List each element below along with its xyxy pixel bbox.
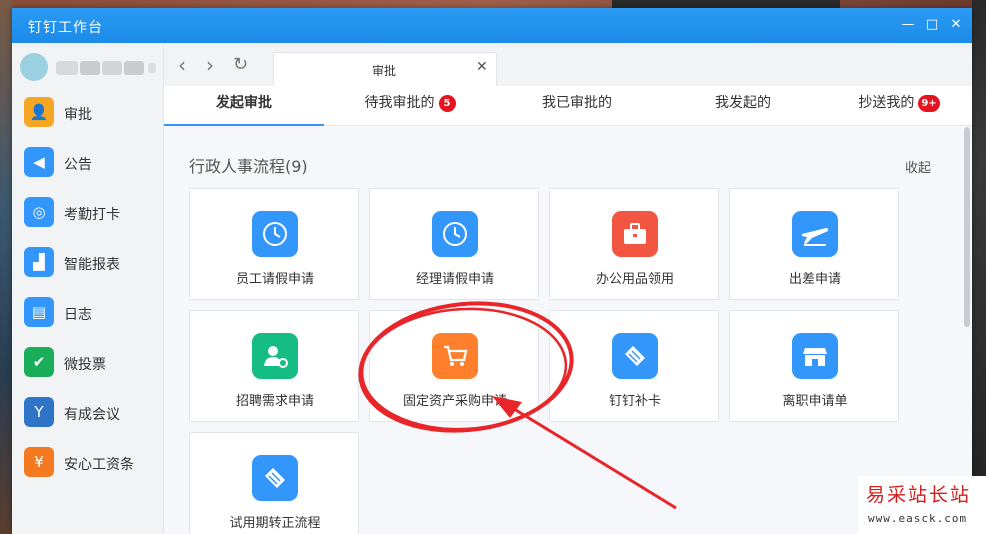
- sidebar-item-3[interactable]: ◎ 考勤打卡: [12, 191, 164, 235]
- sidebar-item-label: 有成会议: [64, 407, 120, 423]
- sidebar-item-2[interactable]: ◀ 公告: [12, 141, 164, 185]
- salary-icon: ¥: [24, 447, 54, 477]
- watermark: 易采站长站 www.easck.com: [858, 476, 986, 534]
- sidebar-item-label: 考勤打卡: [64, 207, 120, 223]
- handshake-icon: [612, 333, 658, 379]
- location-icon: ◎: [24, 197, 54, 227]
- store-icon: [792, 333, 838, 379]
- subtab-label: 待我审批的: [364, 95, 435, 111]
- recruit-icon: [252, 333, 298, 379]
- refresh-icon[interactable]: ↻: [233, 54, 248, 75]
- process-card-label: 钉钉补卡: [608, 394, 661, 409]
- vote-icon: ✔: [24, 347, 54, 377]
- scrollbar[interactable]: [964, 127, 970, 327]
- sidebar-item-8[interactable]: ¥ 安心工资条: [12, 441, 164, 485]
- sidebar-item-5[interactable]: ▤ 日志: [12, 291, 164, 335]
- process-card-label: 固定资产采购申请: [402, 394, 507, 409]
- process-card-label: 出差申请: [788, 272, 841, 287]
- profile-blurred[interactable]: [20, 53, 158, 81]
- process-card[interactable]: 招聘需求申请: [189, 310, 359, 422]
- process-card[interactable]: 办公用品领用: [549, 188, 719, 300]
- clock-icon: [252, 211, 298, 257]
- cart-icon: [432, 333, 478, 379]
- collapse-link[interactable]: 收起: [905, 157, 931, 176]
- dingtalk-window: 钉钉工作台 — □ ✕ 👤 审批 ◀ 公告 ◎ 考勤打卡 ▟ 智能报表 ▤ 日志 ✔ 微投票 Y 有成会议…: [12, 8, 972, 534]
- minimize-button[interactable]: —: [901, 18, 915, 32]
- subtab-label: 抄送我的: [858, 95, 915, 111]
- subtab-3[interactable]: 我已审批的: [494, 86, 660, 126]
- sidebar-item-6[interactable]: ✔ 微投票: [12, 341, 164, 385]
- tab-approval[interactable]: 审批 ✕: [273, 52, 497, 86]
- approval-subtabs: 发起审批 待我审批的 5 我已审批的 我发起的 抄送我的 9+: [164, 86, 972, 126]
- process-card-label: 经理请假申请: [415, 272, 494, 287]
- subtab-1[interactable]: 发起审批: [164, 86, 324, 126]
- process-card[interactable]: 离职申请单: [729, 310, 899, 422]
- maximize-button[interactable]: □: [925, 18, 939, 32]
- sidebar: 👤 审批 ◀ 公告 ◎ 考勤打卡 ▟ 智能报表 ▤ 日志 ✔ 微投票 Y 有成会议 ¥ 安心工资条: [12, 43, 164, 534]
- watermark-text: 易采站长站: [866, 484, 972, 506]
- watermark-url: www.easck.com: [868, 512, 968, 525]
- sidebar-item-label: 安心工资条: [64, 457, 134, 473]
- count-badge: 9+: [918, 95, 940, 112]
- process-section: 行政人事流程(9) 收起 员工请假申请 经理请假申请 办公用品领用 出差申请招聘需求申…: [164, 126, 972, 534]
- subtab-label: 我发起的: [715, 95, 771, 111]
- process-card-label: 试用期转正流程: [229, 516, 321, 531]
- subtab-2[interactable]: 待我审批的 5: [326, 86, 494, 126]
- process-card-label: 办公用品领用: [595, 272, 674, 287]
- sidebar-item-4[interactable]: ▟ 智能报表: [12, 241, 164, 285]
- count-badge: 5: [438, 95, 456, 112]
- desktop-background-right: [972, 0, 986, 534]
- approval-icon: 👤: [24, 97, 54, 127]
- process-card[interactable]: 钉钉补卡: [549, 310, 719, 422]
- desktop-background-left: [0, 0, 12, 534]
- process-card[interactable]: 出差申请: [729, 188, 899, 300]
- toolbox-icon: [612, 211, 658, 257]
- tab-approval-label: 审批: [372, 64, 397, 78]
- section-title: 行政人事流程(9): [189, 157, 308, 176]
- process-card[interactable]: 试用期转正流程: [189, 432, 359, 534]
- process-card-label: 招聘需求申请: [235, 394, 314, 409]
- clock-icon: [432, 211, 478, 257]
- subtab-label: 我已审批的: [542, 95, 612, 111]
- process-card[interactable]: 员工请假申请: [189, 188, 359, 300]
- sidebar-item-label: 审批: [64, 107, 92, 123]
- main-content: ‹ › ↻ 审批 ✕ 发起审批 待我审批的 5 我已审批的 我发起的 抄送我的 9+ 行政人…: [164, 43, 972, 534]
- speaker-icon: ◀: [24, 147, 54, 177]
- sidebar-item-1[interactable]: 👤 审批: [12, 91, 164, 135]
- process-card[interactable]: 固定资产采购申请: [369, 310, 539, 422]
- sidebar-item-7[interactable]: Y 有成会议: [12, 391, 164, 435]
- process-card[interactable]: 经理请假申请: [369, 188, 539, 300]
- sidebar-item-label: 公告: [64, 157, 92, 173]
- notebook-icon: ▤: [24, 297, 54, 327]
- back-arrow-icon[interactable]: ‹: [178, 53, 186, 77]
- sidebar-item-label: 日志: [64, 307, 92, 323]
- airplane-icon: [792, 211, 838, 257]
- sidebar-item-label: 微投票: [64, 357, 106, 373]
- subtab-label: 发起审批: [216, 95, 272, 111]
- forward-arrow-icon[interactable]: ›: [206, 53, 214, 77]
- chart-icon: ▟: [24, 247, 54, 277]
- sidebar-item-label: 智能报表: [64, 257, 120, 273]
- subtab-4[interactable]: 我发起的: [660, 86, 826, 126]
- tab-close-icon[interactable]: ✕: [476, 59, 488, 75]
- nav-bar: ‹ › ↻ 审批 ✕: [164, 43, 972, 86]
- close-button[interactable]: ✕: [949, 18, 963, 32]
- process-card-label: 离职申请单: [782, 394, 848, 409]
- subtab-5[interactable]: 抄送我的 9+: [826, 86, 972, 126]
- meeting-icon: Y: [24, 397, 54, 427]
- window-title: 钉钉工作台: [28, 20, 103, 36]
- handshake-icon: [252, 455, 298, 501]
- title-bar: 钉钉工作台 — □ ✕: [12, 8, 972, 43]
- process-card-label: 员工请假申请: [235, 272, 314, 287]
